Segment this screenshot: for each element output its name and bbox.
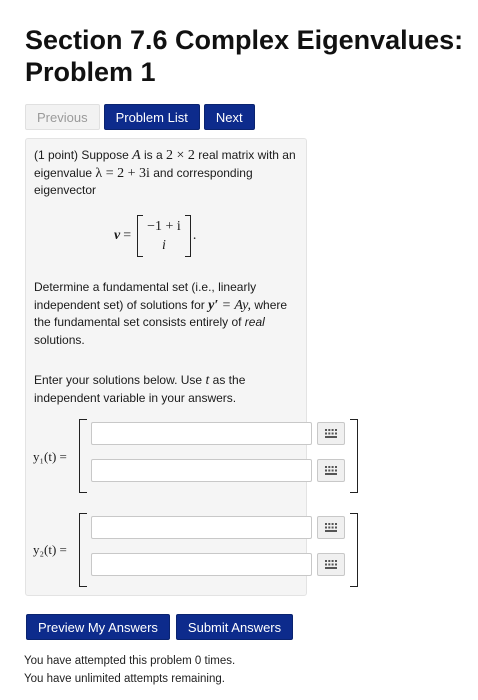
intro-text: Suppose: [81, 148, 129, 162]
answer-1-left-bracket: [79, 419, 87, 493]
real-word: real: [244, 315, 265, 329]
determine-paragraph: Determine a fundamental set (i.e., linea…: [34, 279, 302, 349]
problem-statement: (1 point) Suppose A is a 2 × 2 real matr…: [34, 147, 302, 200]
determine-text: solutions.: [34, 332, 85, 347]
answer-2-row-1-input[interactable]: [91, 516, 312, 539]
keyboard-grid-icon[interactable]: [317, 553, 345, 576]
problem-navigation: Previous Problem List Next: [25, 104, 255, 130]
vector-name: v: [114, 228, 121, 243]
answer-2-label: y₂(t) =: [33, 542, 67, 557]
eigenvalue: λ = 2 + 3i: [95, 165, 150, 181]
problem-panel: (1 point) Suppose A is a 2 × 2 real matr…: [25, 138, 358, 596]
preview-answers-button[interactable]: Preview My Answers: [26, 614, 170, 640]
answer-2-left-bracket: [79, 513, 87, 587]
next-button[interactable]: Next: [203, 104, 255, 130]
vector-entry: i: [162, 238, 166, 253]
answer-1-row-2-input[interactable]: [91, 459, 312, 482]
problem-list-button[interactable]: Problem List: [103, 104, 200, 130]
answer-1-right-bracket: [350, 419, 358, 493]
previous-button[interactable]: Previous: [25, 104, 100, 130]
answer-actions: Preview My Answers Submit Answers: [26, 614, 294, 640]
vector-entry: −1 + i: [147, 219, 181, 234]
ode-rhs: = Ay,: [221, 297, 252, 313]
submit-answers-button[interactable]: Submit Answers: [175, 614, 294, 640]
points-label: (1 point): [34, 148, 79, 162]
eigenvector-equation: v = −1 + i i .: [114, 215, 196, 257]
answer-1-row-1-input[interactable]: [91, 422, 312, 445]
ode-lhs: y′: [208, 297, 219, 313]
answer-1-label: y₁(t) =: [33, 449, 67, 464]
variable-t: t: [205, 373, 210, 388]
attempts-message: You have attempted this problem 0 times.: [24, 655, 236, 667]
page-title: Section 7.6 Complex Eigenvalues: Problem…: [25, 25, 464, 87]
intro-text: is a: [144, 148, 163, 162]
eigenvector-matrix: −1 + i i: [137, 215, 191, 257]
matrix-dims: 2 × 2: [166, 148, 195, 163]
remaining-attempts-message: You have unlimited attempts remaining.: [24, 673, 225, 685]
instructions-paragraph: Enter your solutions below. Use t as the…: [34, 372, 302, 407]
answer-2-right-bracket: [350, 513, 358, 587]
answer-2-row-2-input[interactable]: [91, 553, 312, 576]
keyboard-grid-icon[interactable]: [317, 422, 345, 445]
matrix-symbol: A: [132, 148, 141, 163]
keyboard-grid-icon[interactable]: [317, 459, 345, 482]
instructions-text: Enter your solutions below. Use: [34, 373, 203, 387]
keyboard-grid-icon[interactable]: [317, 516, 345, 539]
